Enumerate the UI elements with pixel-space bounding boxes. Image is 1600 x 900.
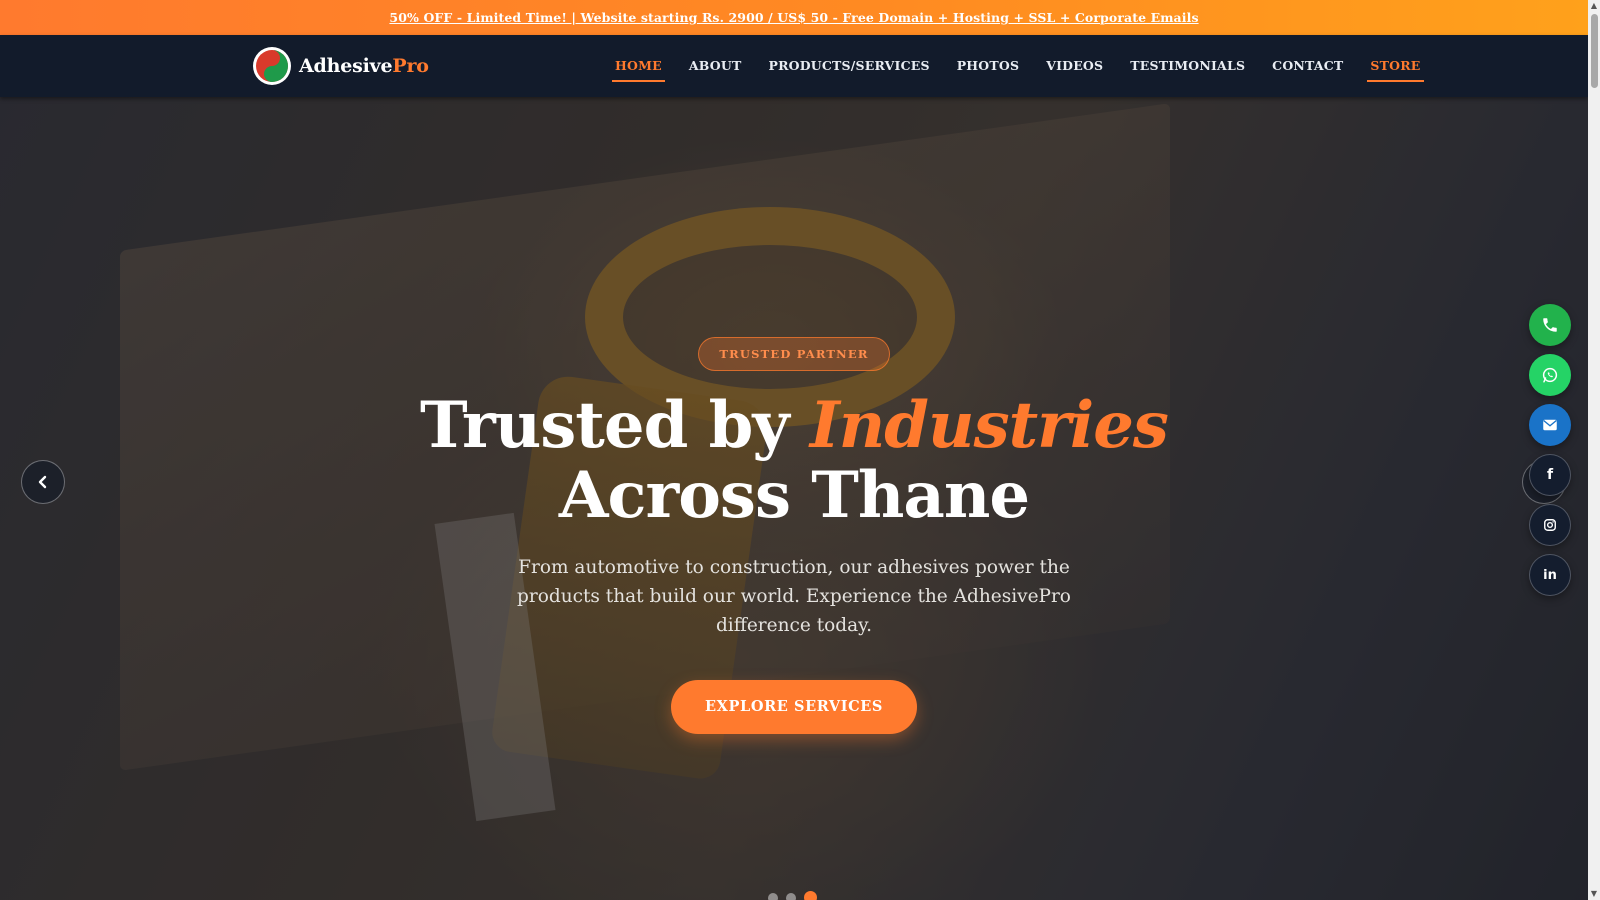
hero-slider: TRUSTED PARTNER Trusted by Industries Ac… xyxy=(0,97,1588,900)
hero-headline: Trusted by Industries Across Thane xyxy=(0,391,1588,531)
explore-services-button[interactable]: EXPLORE SERVICES xyxy=(671,680,917,734)
linkedin-button[interactable]: in xyxy=(1529,554,1571,596)
brand-name-main: Adhesive xyxy=(299,55,393,77)
brand-name: AdhesivePro xyxy=(299,55,429,77)
slider-prev-button[interactable] xyxy=(21,460,65,504)
brand-name-accent: Pro xyxy=(392,55,429,77)
phone-button[interactable] xyxy=(1529,304,1571,346)
email-button[interactable] xyxy=(1529,404,1571,446)
whatsapp-icon xyxy=(1542,367,1558,383)
slider-dot-3[interactable] xyxy=(804,891,817,900)
nav-item-home[interactable]: HOME xyxy=(612,51,665,82)
promo-link[interactable]: 50% OFF - Limited Time! | Website starti… xyxy=(389,10,1198,25)
nav-item-products-services[interactable]: PRODUCTS/SERVICES xyxy=(765,51,932,81)
main-navigation: AdhesivePro HOME ABOUT PRODUCTS/SERVICES… xyxy=(0,35,1588,97)
instagram-button[interactable] xyxy=(1529,504,1571,546)
nav-item-about[interactable]: ABOUT xyxy=(686,51,745,81)
hero-headline-part2: Across Thane xyxy=(558,458,1030,533)
mail-icon xyxy=(1543,419,1557,431)
scroll-up-arrow-icon[interactable]: ▲ xyxy=(1590,2,1598,10)
slider-dots xyxy=(768,891,817,900)
scroll-thumb[interactable] xyxy=(1591,14,1598,88)
hero-subtitle: From automotive to construction, our adh… xyxy=(517,557,1071,636)
phone-icon xyxy=(1543,318,1557,332)
instagram-icon xyxy=(1544,519,1556,531)
page-scrollbar[interactable]: ▲ ▼ xyxy=(1588,0,1600,900)
nav-item-testimonials[interactable]: TESTIMONIALS xyxy=(1127,51,1248,81)
facebook-button[interactable]: f xyxy=(1529,454,1571,496)
hero-content: TRUSTED PARTNER Trusted by Industries Ac… xyxy=(0,337,1588,734)
nav-menu: HOME ABOUT PRODUCTS/SERVICES PHOTOS VIDE… xyxy=(612,35,1424,97)
whatsapp-button[interactable] xyxy=(1529,354,1571,396)
chevron-left-icon xyxy=(38,475,47,489)
hero-badge: TRUSTED PARTNER xyxy=(698,337,890,371)
promo-bar: 50% OFF - Limited Time! | Website starti… xyxy=(0,0,1588,35)
nav-item-videos[interactable]: VIDEOS xyxy=(1043,51,1106,81)
brand-logo-link[interactable]: AdhesivePro xyxy=(253,47,429,85)
slider-dot-2[interactable] xyxy=(786,892,796,900)
nav-item-contact[interactable]: CONTACT xyxy=(1269,51,1346,81)
linkedin-icon: in xyxy=(1543,567,1557,583)
scroll-down-arrow-icon[interactable]: ▼ xyxy=(1590,890,1598,898)
nav-item-photos[interactable]: PHOTOS xyxy=(954,51,1023,81)
nav-item-store[interactable]: STORE xyxy=(1367,51,1424,82)
facebook-icon: f xyxy=(1546,467,1554,483)
hero-headline-part1: Trusted by xyxy=(420,388,810,463)
hero-headline-highlight: Industries xyxy=(809,388,1169,463)
logo-icon xyxy=(253,47,291,85)
slider-dot-1[interactable] xyxy=(768,892,778,900)
